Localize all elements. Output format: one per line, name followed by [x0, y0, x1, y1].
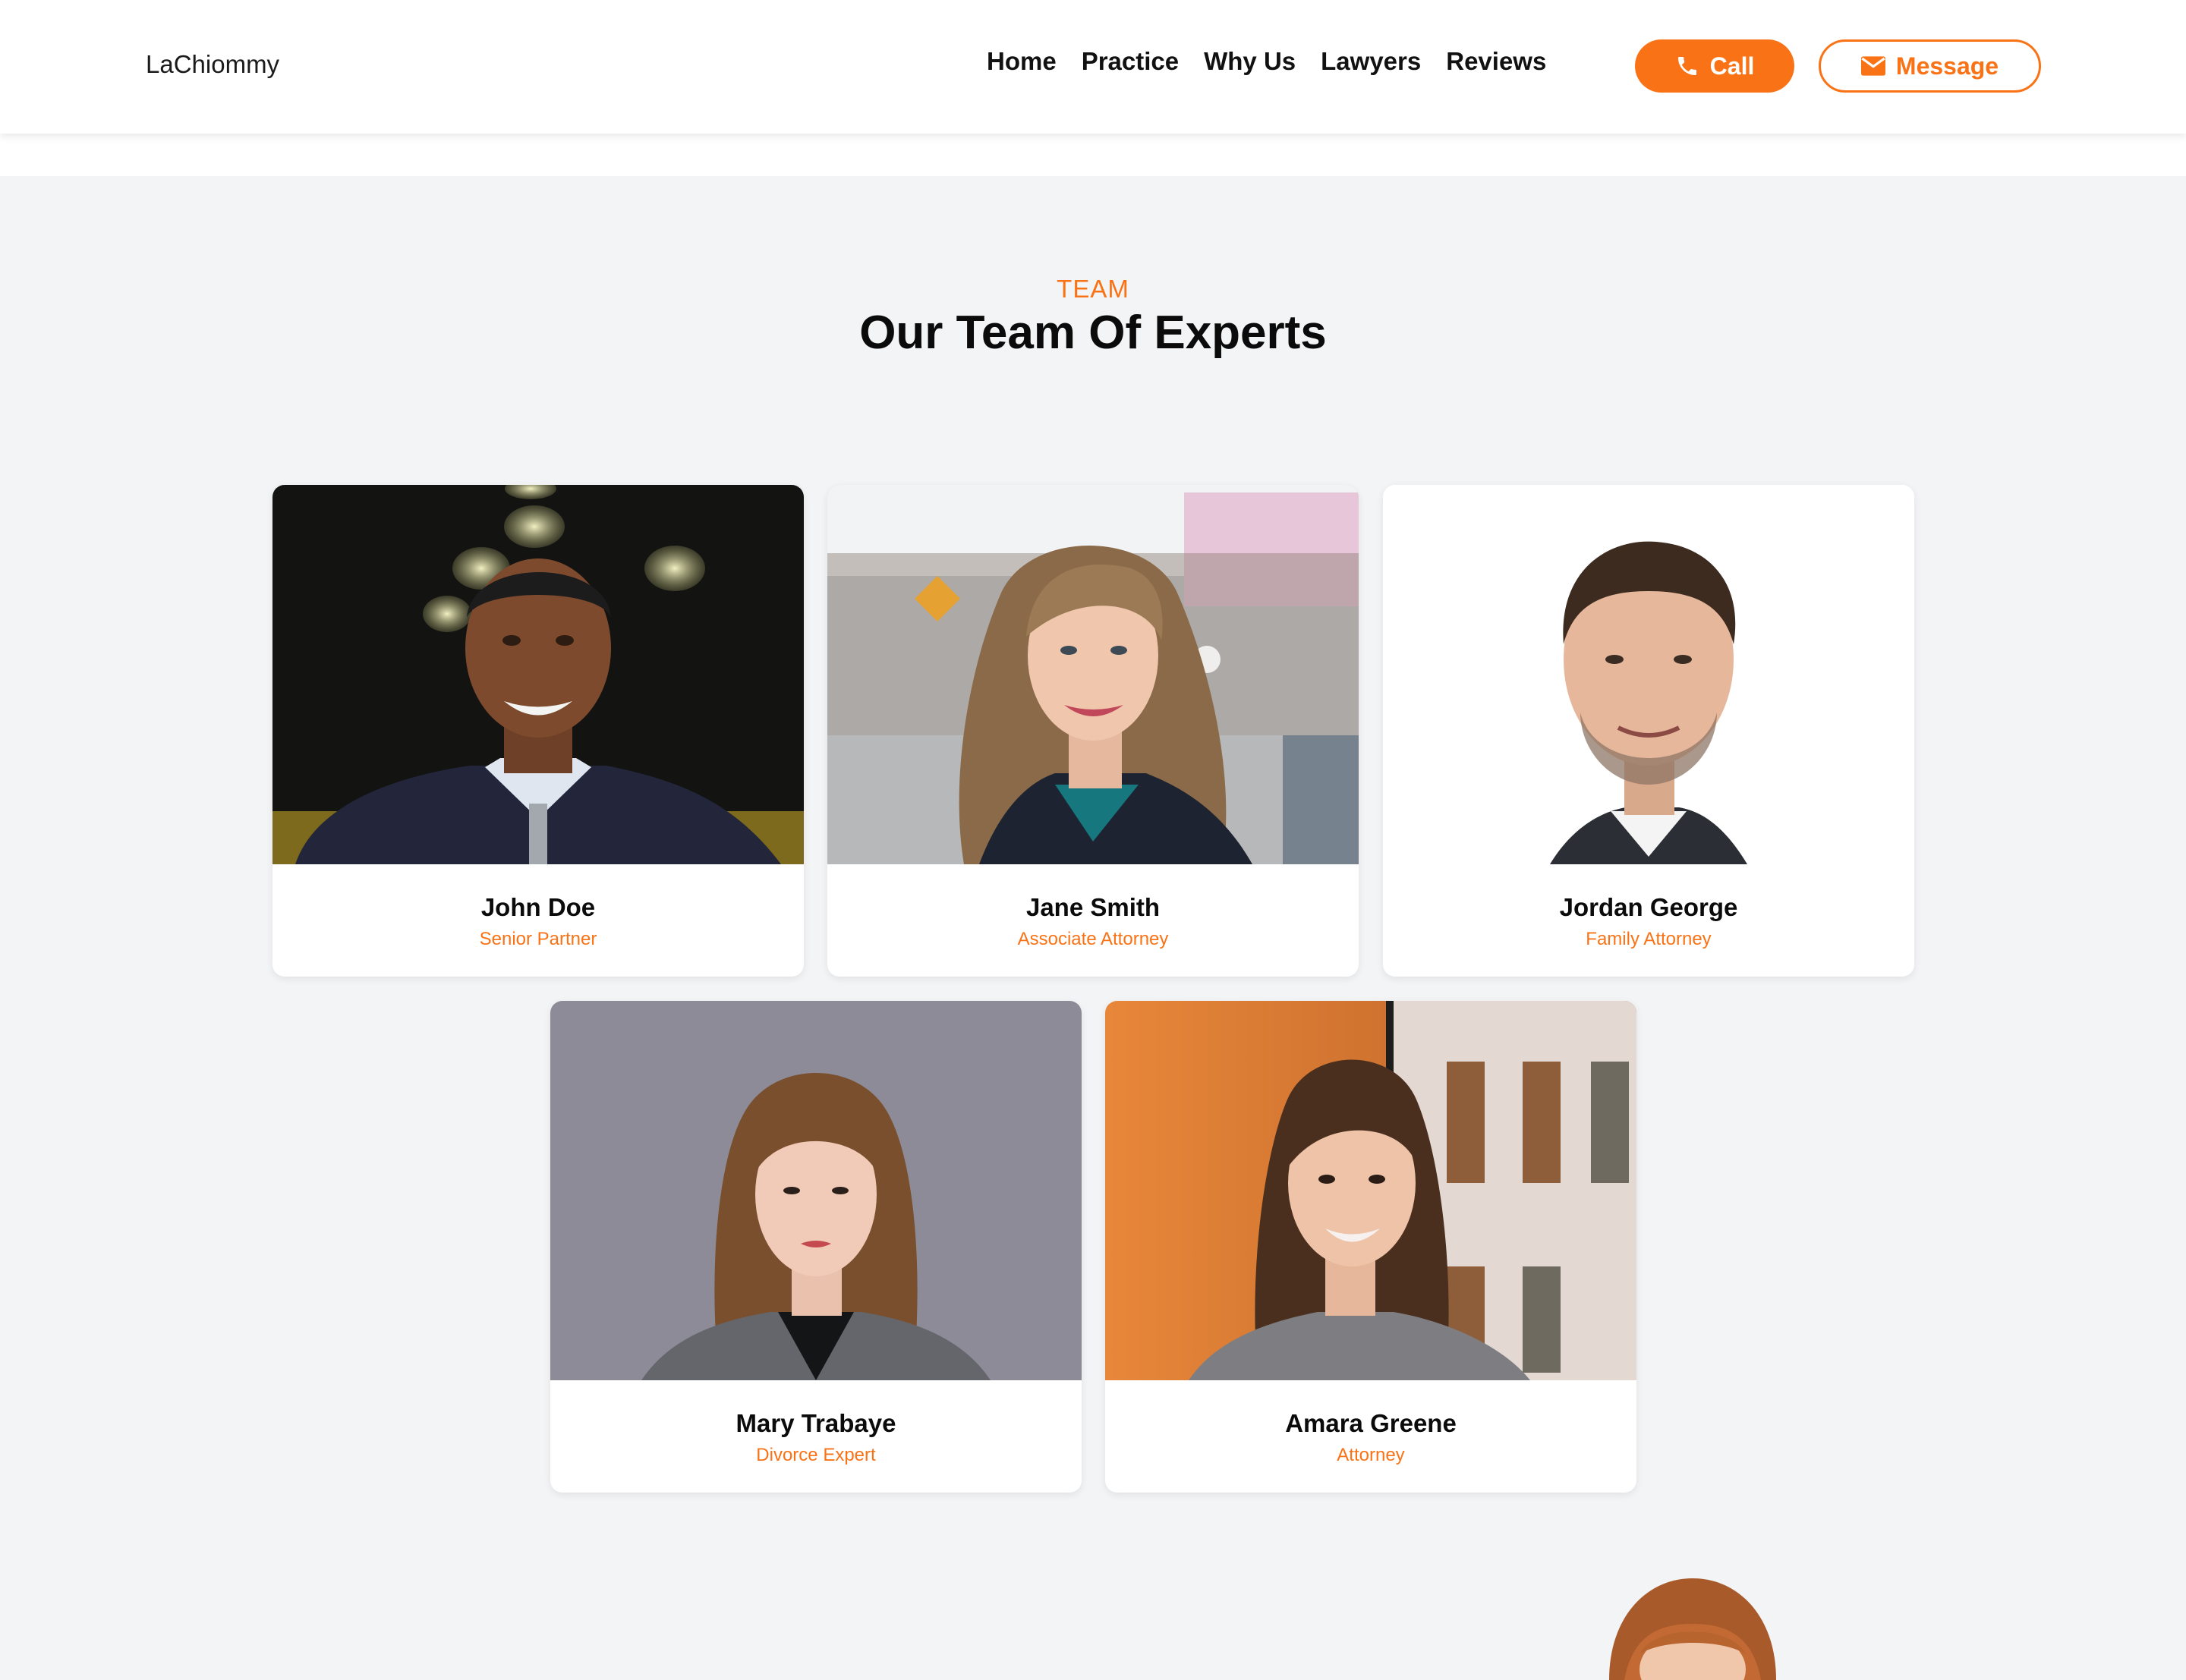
partial-portrait-image: [1594, 1571, 1791, 1680]
call-button[interactable]: Call: [1635, 39, 1794, 93]
site-header: LaChiommy Home Practice Why Us Lawyers R…: [0, 0, 2186, 134]
team-member-name: Mary Trabaye: [735, 1409, 896, 1437]
phone-icon: [1677, 57, 1696, 75]
team-member-photo: [1105, 1001, 1636, 1380]
team-card[interactable]: Mary Trabaye Divorce Expert: [550, 1001, 1082, 1493]
message-button[interactable]: Message: [1819, 39, 2041, 93]
envelope-icon: [1860, 56, 1885, 76]
header-spacer: [0, 134, 2186, 176]
section-title: Our Team Of Experts: [859, 307, 1327, 359]
team-member-name: John Doe: [480, 893, 596, 921]
team-member-role: Attorney: [1337, 1445, 1405, 1465]
team-member-name: Amara Greene: [1285, 1409, 1457, 1437]
team-member-name: Jordan George: [1559, 893, 1738, 921]
team-member-name: Jane Smith: [1025, 893, 1161, 921]
section-eyebrow: TEAM: [1057, 275, 1129, 303]
team-card[interactable]: Jordan George Family Attorney: [1383, 485, 1914, 977]
nav-home[interactable]: Home: [987, 47, 1057, 76]
team-member-role: Family Attorney: [1586, 929, 1712, 949]
team-card[interactable]: Amara Greene Attorney: [1105, 1001, 1636, 1493]
team-card[interactable]: John Doe Senior Partner: [272, 485, 804, 977]
nav-practice[interactable]: Practice: [1082, 47, 1179, 76]
team-member-photo: [272, 485, 804, 864]
main-nav: Home Practice Why Us Lawyers Reviews: [987, 47, 1571, 76]
team-member-photo: [1383, 485, 1914, 864]
nav-reviews[interactable]: Reviews: [1446, 47, 1546, 76]
team-member-role: Divorce Expert: [756, 1445, 876, 1465]
nav-why-us[interactable]: Why Us: [1204, 47, 1296, 76]
team-member-role: Associate Attorney: [1017, 929, 1169, 949]
call-label: Call: [1709, 52, 1755, 80]
brand-logo[interactable]: LaChiommy: [146, 50, 279, 79]
team-member-role: Senior Partner: [479, 929, 597, 949]
message-label: Message: [1895, 52, 1999, 80]
team-card[interactable]: Jane Smith Associate Attorney: [827, 485, 1359, 977]
team-member-photo: [827, 485, 1359, 864]
team-member-photo: [550, 1001, 1082, 1380]
nav-lawyers[interactable]: Lawyers: [1321, 47, 1421, 76]
